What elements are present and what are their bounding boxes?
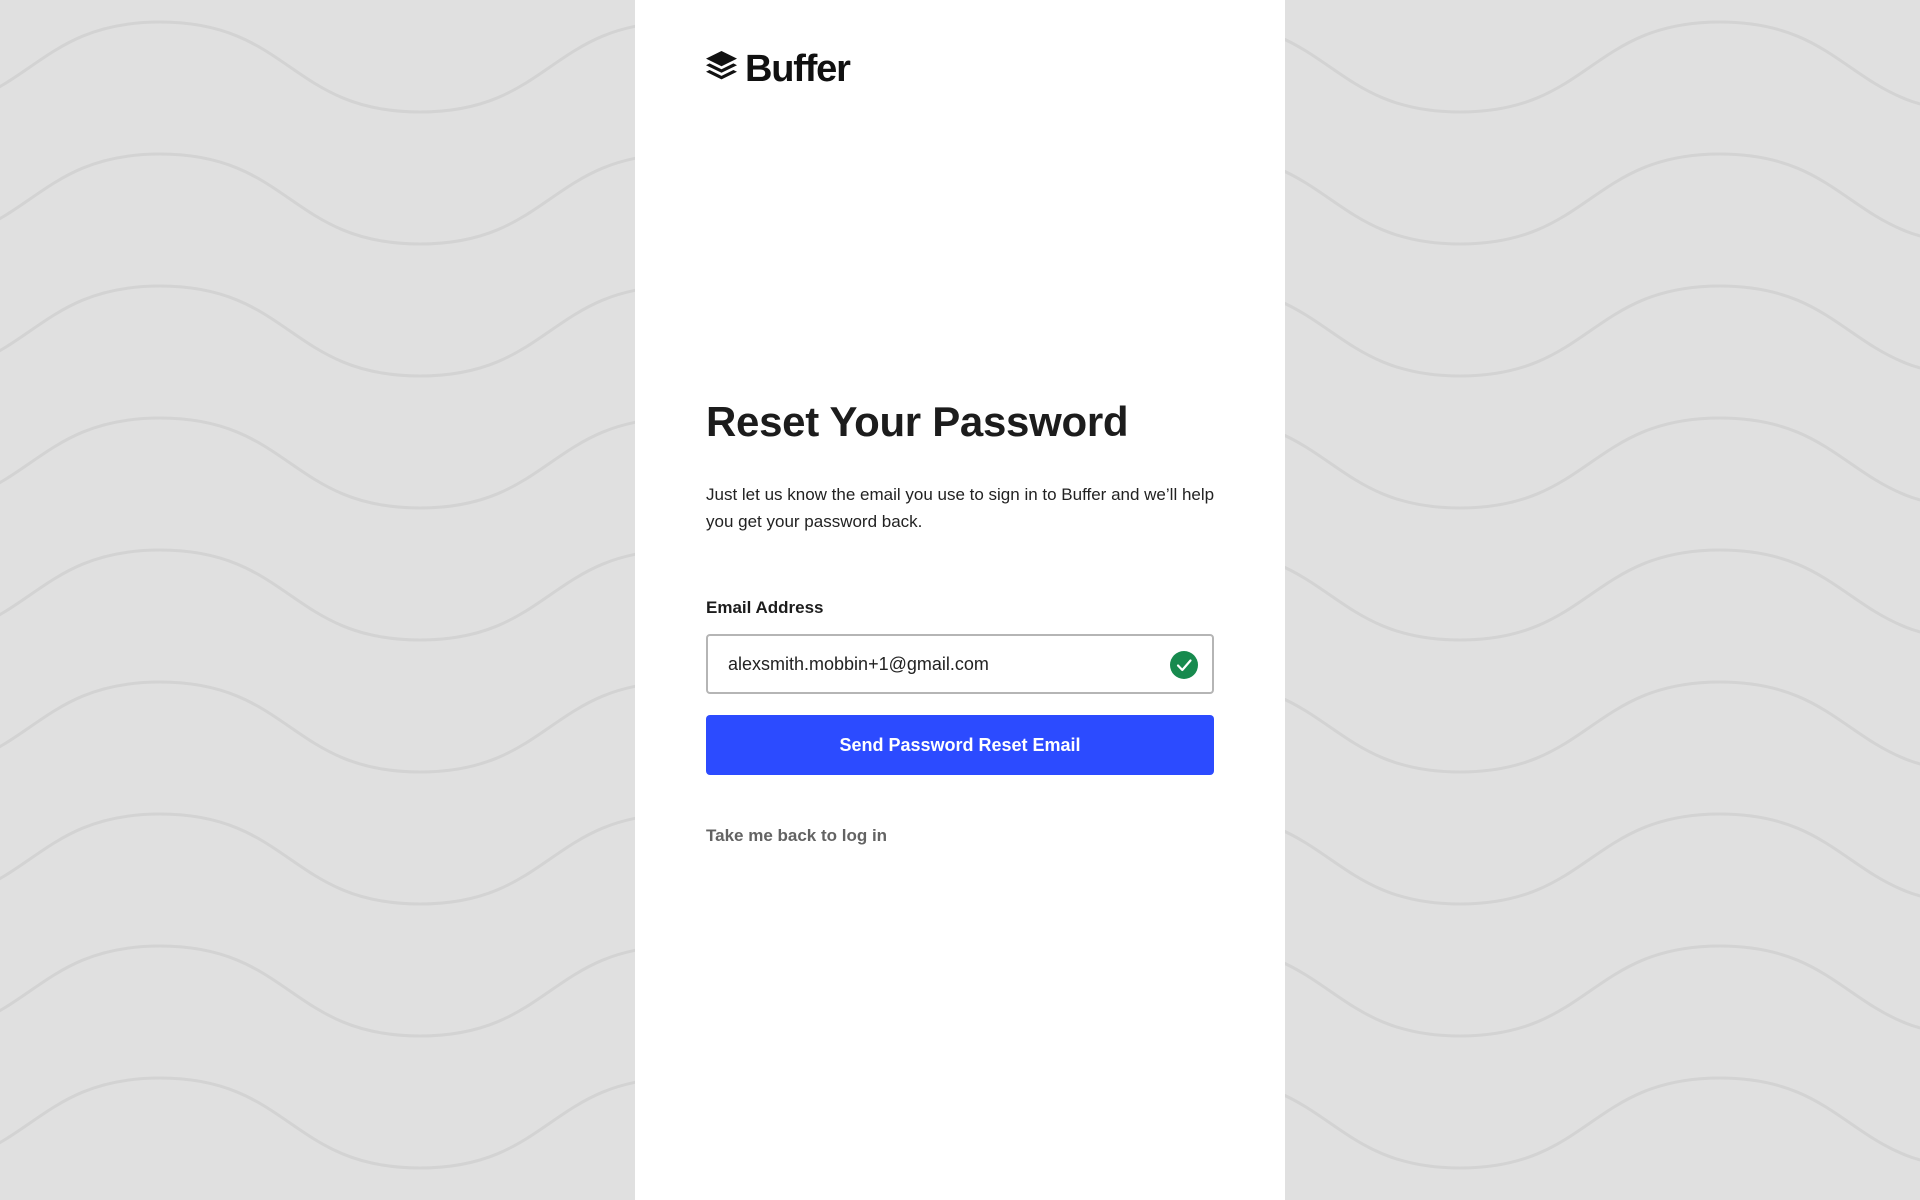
check-circle-icon [1170,651,1198,679]
brand-name: Buffer [745,48,851,90]
back-to-login-link[interactable]: Take me back to log in [706,826,887,846]
email-field[interactable] [706,634,1214,694]
email-label: Email Address [706,598,824,617]
page-description: Just let us know the email you use to si… [706,485,1215,531]
send-reset-email-button[interactable]: Send Password Reset Email [706,715,1214,775]
reset-password-panel: Buffer Reset Your Password Just let us k… [635,0,1285,1200]
brand-logo[interactable]: Buffer [706,48,851,90]
buffer-layers-icon [706,51,737,80]
email-input[interactable] [708,636,1148,692]
page-title: Reset Your Password [706,398,1129,445]
